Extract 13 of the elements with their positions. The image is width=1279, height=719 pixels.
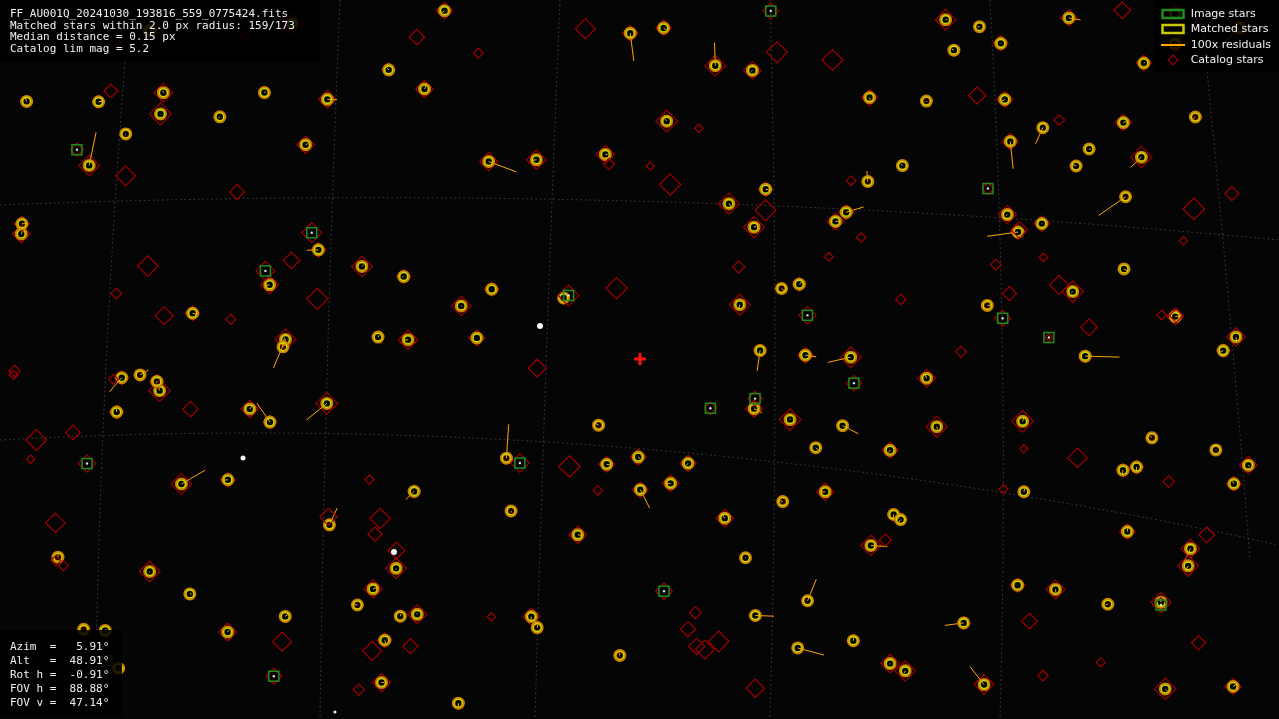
info-text: FF_AU001Q_20241030_193816_559_0775424.fits <box>10 8 290 20</box>
pointing-text: FOV v = 47.14° <box>10 696 111 710</box>
legend-label: 100x residuals <box>1190 36 1271 53</box>
legend-label: Catalog stars <box>1190 52 1264 68</box>
pointing-text: Azim = 5.91° <box>10 640 111 654</box>
legend-label: Image stars <box>1190 5 1256 22</box>
pointing-text: Rot h = -0.91° <box>10 668 111 682</box>
pointing-text: FOV h = 88.88° <box>10 682 111 696</box>
info-text: Matched stars within 2.0 px radius: 159/173 <box>10 19 296 31</box>
pointing-text: Alt = 48.91° <box>10 654 111 668</box>
info-text: Median distance = 0.15 px <box>10 31 176 43</box>
info-text: Catalog lim mag = 5.2 <box>10 42 151 54</box>
legend-label: Matched stars <box>1190 21 1269 37</box>
